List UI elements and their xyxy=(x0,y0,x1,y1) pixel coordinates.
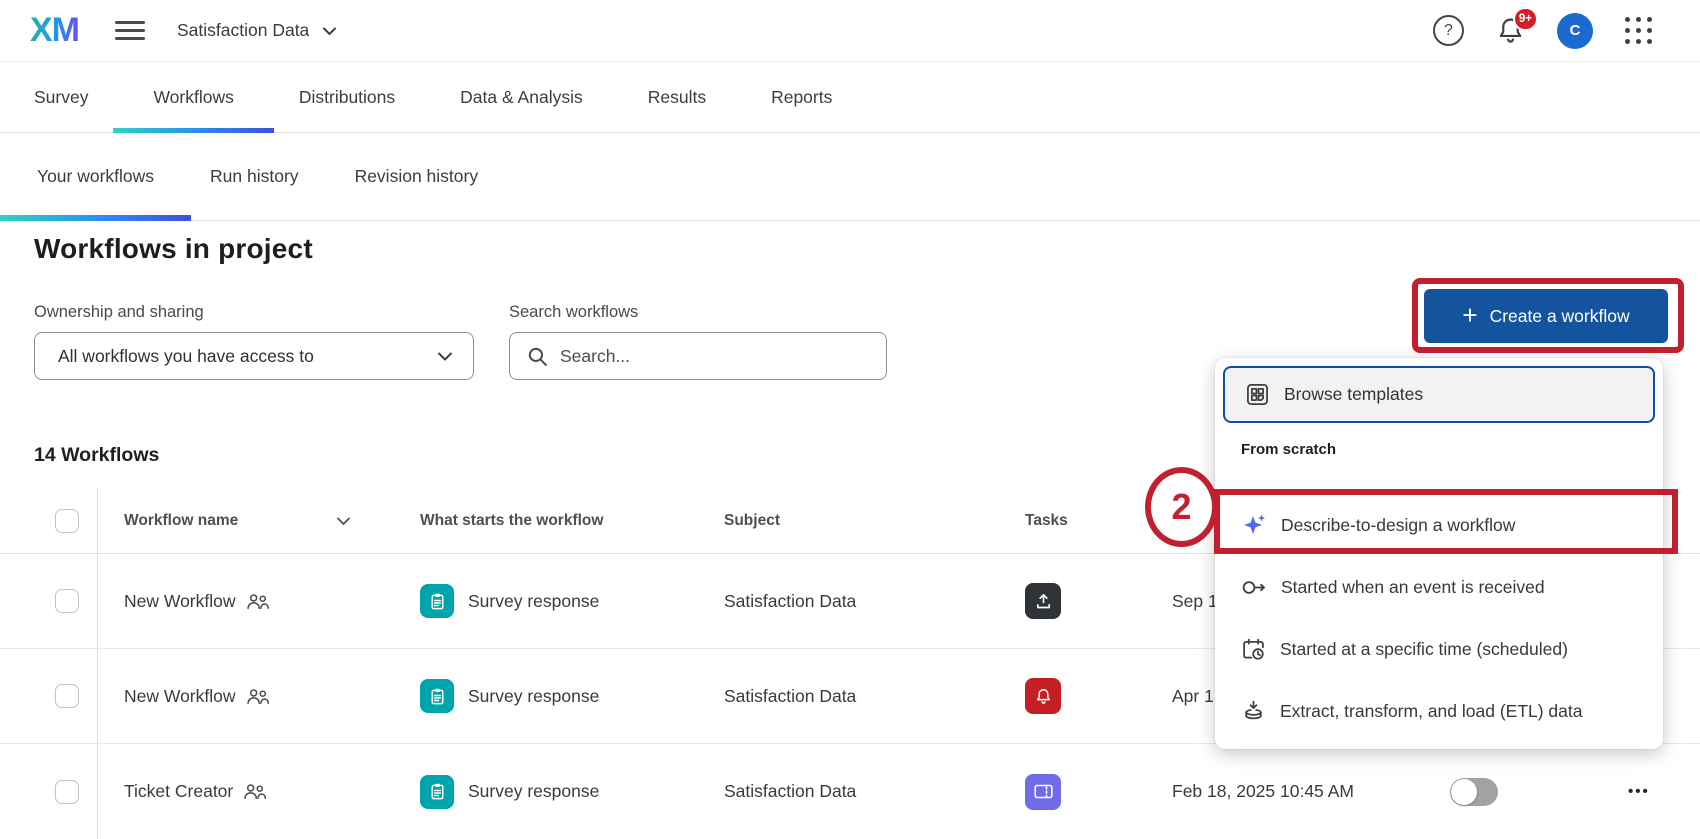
event-icon xyxy=(1241,578,1267,597)
topbar: XM Satisfaction Data ? 9+ C xyxy=(0,0,1700,62)
notifications-button[interactable]: 9+ xyxy=(1496,16,1525,45)
help-icon[interactable]: ? xyxy=(1433,15,1464,46)
page-title: Workflows in project xyxy=(34,233,1700,265)
row-checkbox[interactable] xyxy=(55,684,79,708)
search-icon xyxy=(527,346,548,367)
create-workflow-menu: Browse templates From scratch Describe-t… xyxy=(1215,358,1663,749)
menu-item-browse-templates[interactable]: Browse templates xyxy=(1223,366,1655,423)
xm-logo: XM xyxy=(30,11,79,50)
workflow-name[interactable]: New Workflow xyxy=(124,686,236,707)
workflow-trigger: Survey response xyxy=(468,781,599,802)
menu-item-scheduled[interactable]: Started at a specific time (scheduled) xyxy=(1215,618,1663,680)
subtab-your-workflows[interactable]: Your workflows xyxy=(37,133,154,220)
topbar-actions: ? 9+ C xyxy=(1433,13,1652,49)
row-checkbox[interactable] xyxy=(55,589,79,613)
chevron-down-icon xyxy=(322,26,337,36)
select-all-checkbox[interactable] xyxy=(55,509,79,533)
tab-results[interactable]: Results xyxy=(648,62,706,132)
menu-item-label: Started at a specific time (scheduled) xyxy=(1280,639,1568,660)
project-name: Satisfaction Data xyxy=(177,20,309,41)
tab-reports[interactable]: Reports xyxy=(771,62,832,132)
chevron-down-icon xyxy=(437,351,453,362)
ownership-filter-label: Ownership and sharing xyxy=(34,303,474,322)
upload-task-icon[interactable] xyxy=(1025,583,1061,619)
tab-distributions[interactable]: Distributions xyxy=(299,62,395,132)
sparkle-icon xyxy=(1241,512,1267,538)
subtab-revision-history[interactable]: Revision history xyxy=(355,133,479,220)
subtab-run-history[interactable]: Run history xyxy=(210,133,299,220)
workflow-name[interactable]: New Workflow xyxy=(124,591,236,612)
workflow-trigger: Survey response xyxy=(468,686,599,707)
app-grid-icon[interactable] xyxy=(1625,17,1652,44)
col-tasks: Tasks xyxy=(1025,512,1068,530)
workflow-subject: Satisfaction Data xyxy=(724,686,856,707)
workflow-subject: Satisfaction Data xyxy=(724,591,856,612)
workflow-enabled-toggle[interactable] xyxy=(1450,778,1498,806)
menu-items: Describe-to-design a workflow Started wh… xyxy=(1215,494,1663,742)
menu-item-label: Describe-to-design a workflow xyxy=(1281,515,1515,536)
col-workflow-name: Workflow name xyxy=(124,512,238,530)
search-box xyxy=(509,332,887,380)
tab-data-analysis[interactable]: Data & Analysis xyxy=(460,62,583,132)
ownership-filter-group: Ownership and sharing All workflows you … xyxy=(34,303,474,380)
hamburger-menu-icon[interactable] xyxy=(115,16,145,45)
workflow-subject: Satisfaction Data xyxy=(724,781,856,802)
workflow-date: Feb 18, 2025 10:45 AM xyxy=(1172,781,1354,802)
workflow-trigger: Survey response xyxy=(468,591,599,612)
shared-users-icon xyxy=(246,688,269,705)
row-checkbox[interactable] xyxy=(55,780,79,804)
search-input[interactable] xyxy=(560,346,872,367)
col-what-starts: What starts the workflow xyxy=(420,512,603,530)
col-subject: Subject xyxy=(724,512,780,530)
menu-item-label: Started when an event is received xyxy=(1281,577,1545,598)
menu-item-label: Browse templates xyxy=(1284,384,1423,405)
menu-item-etl-data[interactable]: Extract, transform, and load (ETL) data xyxy=(1215,680,1663,742)
project-switcher[interactable]: Satisfaction Data xyxy=(177,20,337,41)
menu-item-event-received[interactable]: Started when an event is received xyxy=(1215,556,1663,618)
search-filter-group: Search workflows xyxy=(509,303,887,380)
workflow-name[interactable]: Ticket Creator xyxy=(124,781,233,802)
menu-item-describe-to-design[interactable]: Describe-to-design a workflow xyxy=(1215,494,1663,556)
tab-survey[interactable]: Survey xyxy=(34,62,88,132)
ownership-select[interactable]: All workflows you have access to xyxy=(34,332,474,380)
calendar-clock-icon xyxy=(1241,637,1266,662)
annotation-step-circle: 2 xyxy=(1145,467,1218,547)
annotation-step-number: 2 xyxy=(1171,486,1191,528)
workflows-sub-tabs: Your workflows Run history Revision hist… xyxy=(0,133,1700,221)
etl-icon xyxy=(1241,699,1266,724)
survey-response-icon xyxy=(420,584,454,618)
create-workflow-label: Create a workflow xyxy=(1490,306,1630,327)
table-row: Ticket Creator Survey response Sa xyxy=(0,744,1700,839)
survey-response-icon xyxy=(420,775,454,809)
search-label: Search workflows xyxy=(509,303,887,322)
avatar[interactable]: C xyxy=(1557,13,1593,49)
plus-icon: + xyxy=(1462,302,1477,328)
templates-icon xyxy=(1245,382,1270,407)
ticket-task-icon[interactable] xyxy=(1025,774,1061,810)
ownership-select-value: All workflows you have access to xyxy=(58,346,437,367)
menu-item-label: Extract, transform, and load (ETL) data xyxy=(1280,701,1583,722)
shared-users-icon xyxy=(246,593,269,610)
bell-task-icon[interactable] xyxy=(1025,678,1061,714)
survey-response-icon xyxy=(420,679,454,713)
active-subtab-underline xyxy=(0,215,191,221)
tab-workflows[interactable]: Workflows xyxy=(153,62,233,132)
workflow-date: Sep 1 xyxy=(1172,591,1218,612)
workflow-date: Apr 1 xyxy=(1172,686,1214,707)
sort-chevron-icon[interactable] xyxy=(336,517,351,526)
project-nav-tabs: Survey Workflows Distributions Data & An… xyxy=(0,62,1700,133)
notification-badge: 9+ xyxy=(1513,7,1538,31)
menu-section-from-scratch: From scratch xyxy=(1241,441,1336,458)
create-workflow-button[interactable]: + Create a workflow xyxy=(1424,289,1668,343)
